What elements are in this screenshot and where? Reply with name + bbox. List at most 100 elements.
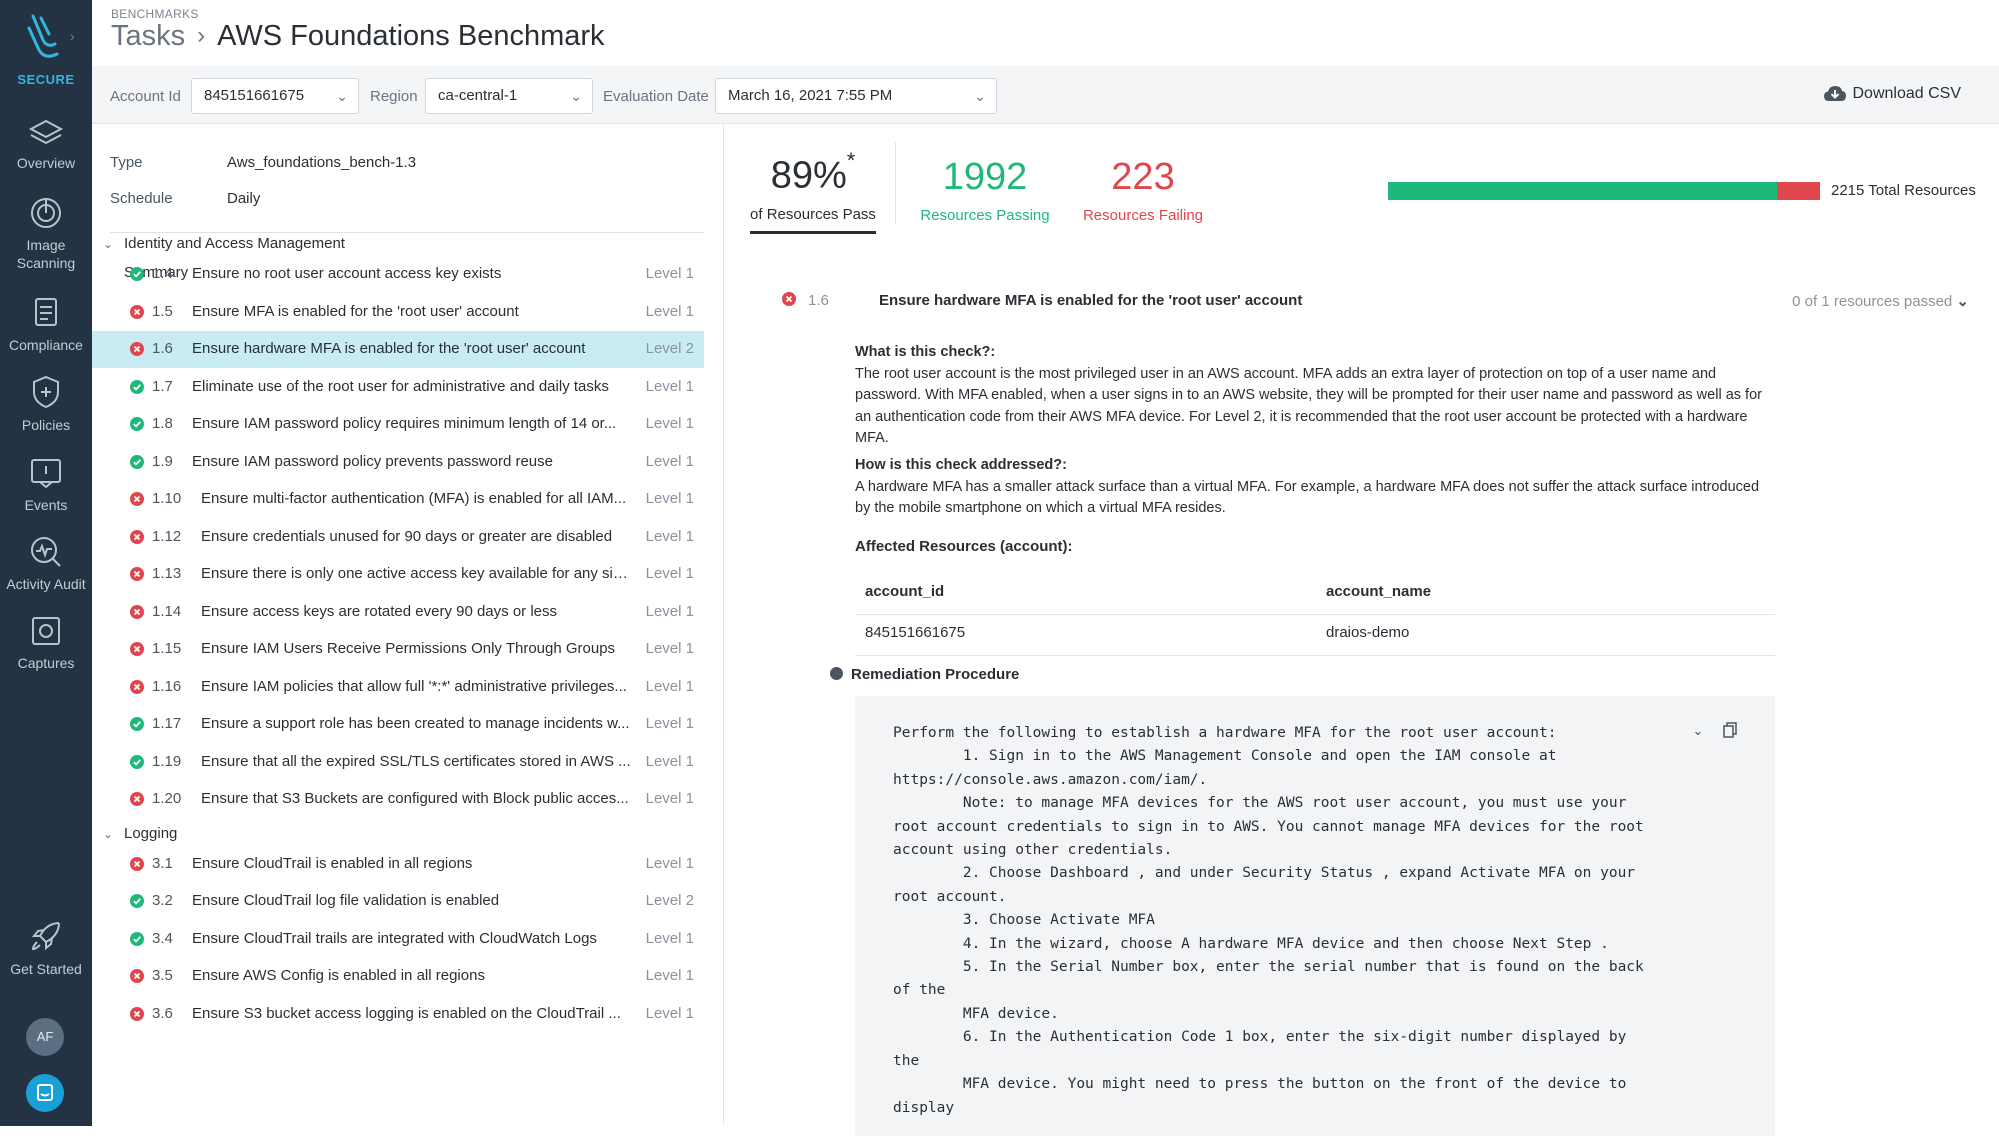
user-avatar[interactable]: AF [26,1018,64,1056]
expand-chevron-icon[interactable]: ⌄ [1692,723,1703,738]
divider [855,655,1775,656]
check-row[interactable]: 3.1Ensure CloudTrail is enabled in all r… [92,846,704,883]
pass-percent-tab[interactable]: 89%* of Resources Pass [750,154,876,234]
fail-status-icon [130,305,144,319]
section-header[interactable]: ⌄Identity and Access Management [92,235,345,252]
check-row[interactable]: 1.5Ensure MFA is enabled for the 'root u… [92,294,704,331]
column-header-account-id: account_id [865,583,944,600]
nav-label-policies: Policies [0,416,92,434]
check-number: 1.17 [152,715,181,732]
copy-icon[interactable] [1723,722,1737,738]
chevron-down-icon: ⌄ [1956,293,1969,310]
evaluation-date-label: Evaluation Date [603,88,709,105]
nav-get-started[interactable]: Get Started [0,918,92,978]
check-row[interactable]: 1.20 Ensure that S3 Buckets are configure… [92,781,704,818]
nav-image-scanning[interactable]: Image Scanning [0,196,92,272]
check-row[interactable]: 3.5Ensure AWS Config is enabled in all r… [92,958,704,995]
check-title: Ensure that S3 Buckets are configured wi… [201,790,631,807]
scan-icon [28,196,64,230]
brand-switcher[interactable]: › SECURE [0,0,92,92]
account-id-select[interactable]: 845151661675 ⌄ [191,78,359,114]
remediation-toggle[interactable]: Remediation Procedure [830,666,1019,683]
check-row[interactable]: 3.2Ensure CloudTrail log file validation… [92,883,704,920]
breadcrumb-tasks-link[interactable]: Tasks [111,20,185,52]
check-number: 1.14 [152,603,181,620]
download-csv-label: Download CSV [1853,85,1962,102]
resources-failing-label: Resources Failing [1073,207,1213,224]
nav-captures[interactable]: Captures [0,614,92,672]
sidebar: › SECURE Overview Image Scanning Complia… [0,0,92,1126]
check-title: Ensure IAM password policy prevents pass… [192,453,622,470]
check-title: Ensure CloudTrail log file validation is… [192,892,622,909]
section-name: Identity and Access Management [124,235,345,252]
check-level: Level 1 [646,303,694,320]
resources-passing-stat[interactable]: 1992 Resources Passing [915,156,1055,224]
check-title: Ensure no root user account access key e… [192,265,622,282]
check-row[interactable]: 1.4Ensure no root user account access ke… [92,256,704,293]
check-row[interactable]: 3.6Ensure S3 bucket access logging is en… [92,996,704,1033]
resources-progress-bar [1388,182,1820,200]
type-value: Aws_foundations_bench-1.3 [227,154,416,171]
account-id-label: Account Id [110,88,181,105]
check-row[interactable]: 1.7Eliminate use of the root user for ad… [92,369,704,406]
resources-passed-summary[interactable]: 0 of 1 resources passed ⌄ [1792,292,1969,310]
chat-button[interactable] [26,1074,64,1112]
evaluation-date-select[interactable]: March 16, 2021 7:55 PM ⌄ [715,78,997,114]
check-detail-header[interactable]: 1.6 Ensure hardware MFA is enabled for t… [782,284,1969,314]
affected-resources-title: Affected Resources (account): [855,538,1073,555]
download-csv-button[interactable]: Download CSV [1823,85,1962,103]
how-answer: A hardware MFA has a smaller attack surf… [855,477,1775,520]
check-row[interactable]: 1.15Ensure IAM Users Receive Permissions… [92,631,704,668]
rocket-icon [28,918,64,954]
check-title: Ensure IAM policies that allow full '*:*… [201,678,631,695]
nav-label-captures: Captures [0,654,92,672]
check-title: Ensure CloudTrail trails are integrated … [192,930,622,947]
check-row[interactable]: 1.17Ensure a support role has been creat… [92,706,704,743]
divider [895,142,896,224]
check-number: 1.6 [152,340,173,357]
resources-failing-fill [1777,182,1821,200]
brand-chevron-icon: › [70,28,75,44]
section-header[interactable]: ⌄Logging [92,825,177,842]
check-number: 1.13 [152,565,181,582]
check-description: What is this check?: The root user accou… [855,342,1775,450]
cell-account-id: 845151661675 [865,624,965,641]
nav-label-activity-audit: Activity Audit [0,575,92,593]
nav-activity-audit[interactable]: Activity Audit [0,535,92,593]
check-title: Ensure multi-factor authentication (MFA)… [201,490,631,507]
nav-compliance[interactable]: Compliance [0,296,92,354]
nav-label-events: Events [0,496,92,514]
activity-icon [28,535,64,569]
check-number: 1.20 [152,790,181,807]
check-level: Level 1 [646,565,694,582]
check-level: Level 1 [646,855,694,872]
nav-events[interactable]: Events [0,456,92,514]
check-row[interactable]: 1.14Ensure access keys are rotated every… [92,594,704,631]
check-level: Level 1 [646,790,694,807]
check-row[interactable]: 1.12Ensure credentials unused for 90 day… [92,519,704,556]
fail-status-icon [130,857,144,871]
code-tools: ⌄ [1692,722,1737,739]
check-level: Level 2 [646,892,694,909]
check-title: Ensure S3 bucket access logging is enabl… [192,1005,622,1022]
check-row[interactable]: 1.16Ensure IAM policies that allow full … [92,669,704,706]
resources-failing-stat[interactable]: 223 Resources Failing [1073,156,1213,224]
check-row[interactable]: 1.19Ensure that all the expired SSL/TLS … [92,744,704,781]
nav-overview[interactable]: Overview [0,118,92,172]
divider [855,614,1775,615]
remediation-title: Remediation Procedure [851,666,1019,683]
check-row[interactable]: 1.9Ensure IAM password policy prevents p… [92,444,704,481]
nav-policies[interactable]: Policies [0,374,92,434]
check-number: 3.1 [152,855,173,872]
pass-status-icon [130,755,144,769]
check-row[interactable]: 3.4Ensure CloudTrail trails are integrat… [92,921,704,958]
check-row[interactable]: 1.8Ensure IAM password policy requires m… [92,406,704,443]
region-select[interactable]: ca-central-1 ⌄ [425,78,593,114]
breadcrumb-chevron-icon: › [197,22,205,49]
check-row[interactable]: 1.6Ensure hardware MFA is enabled for th… [92,331,704,368]
nav-label-get-started: Get Started [0,960,92,978]
check-row[interactable]: 1.10Ensure multi-factor authentication (… [92,481,704,518]
check-level: Level 1 [646,678,694,695]
schedule-label: Schedule [110,190,173,207]
check-row[interactable]: 1.13Ensure there is only one active acce… [92,556,704,593]
